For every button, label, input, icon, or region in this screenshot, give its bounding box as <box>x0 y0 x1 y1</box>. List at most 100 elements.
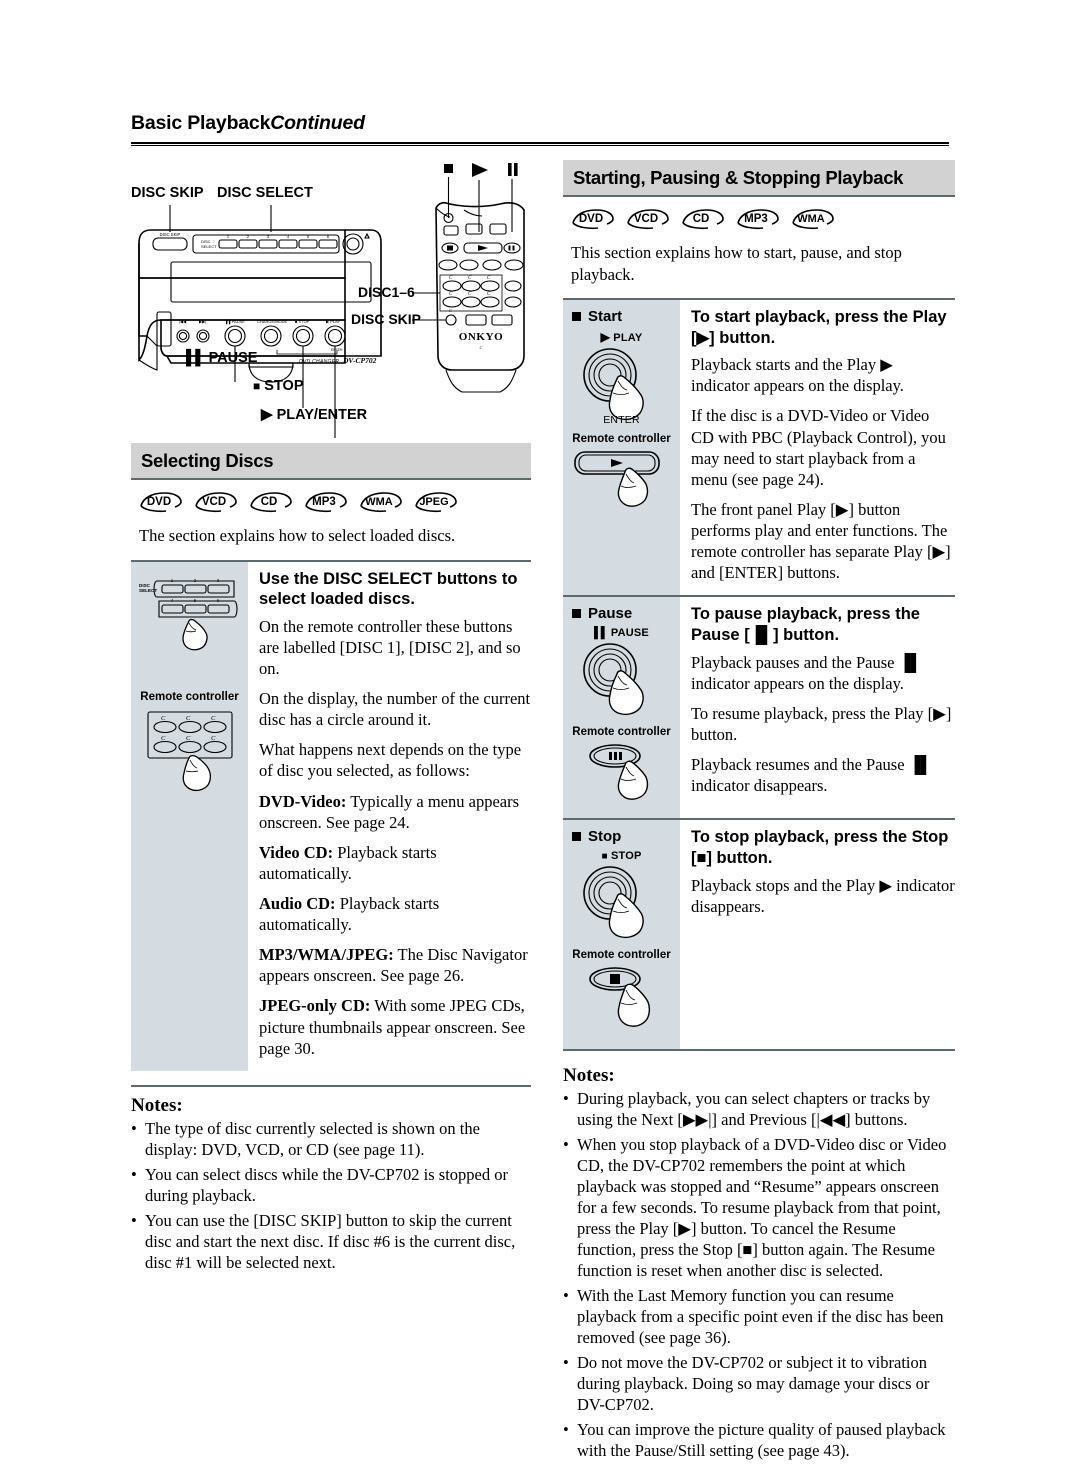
step-label-text: Start <box>588 308 623 325</box>
front-panel-stop-button-drawing <box>583 866 644 939</box>
procedure-figure-disc-select: DISC SELECT 1 2 3 4 5 6 Remote controlle… <box>131 561 248 1071</box>
playback-format-badges: DVD VCD CD MP3 WMA <box>571 208 955 230</box>
start-paragraph-3: The front panel Play [▶] button performs… <box>691 499 951 583</box>
procedure-row-start: Start ▶ PLAY ENTER Remote controller To … <box>563 300 955 598</box>
remote-disc-buttons-drawing: C C C C C C <box>147 711 233 791</box>
left-note-item: • You can select discs while the DV-CP70… <box>131 1165 531 1207</box>
format-badge-mp3: MP3 <box>736 208 782 230</box>
button-caption-stop: ■ STOP <box>601 850 642 863</box>
manual-page: Basic PlaybackContinued DISC SKIP DISC S… <box>0 0 1080 1477</box>
disc-type-dvd-video: DVD-Video: Typically a menu appears onsc… <box>259 791 531 833</box>
bullet-icon: • <box>131 1118 137 1138</box>
svg-text:ONKYO: ONKYO <box>459 331 504 343</box>
svg-text:▌▌PAUSE: ▌▌PAUSE <box>226 319 245 325</box>
running-head-rule <box>131 142 949 146</box>
svg-text:C: C <box>449 292 453 297</box>
format-badge-wma: WMA <box>791 208 837 230</box>
procedure-figure-stop: Stop ■ STOP Remote controller <box>563 820 680 1050</box>
left-column: Selecting Discs DVD VCD CD MP3 WMA JPEG … <box>131 443 531 1277</box>
starting-pausing-stopping-heading: Starting, Pausing & Stopping Playback <box>563 160 955 198</box>
figure-caption-remote-controller: Remote controller <box>572 433 671 445</box>
selecting-discs-intro: The section explains how to select loade… <box>139 526 456 546</box>
callout-disc1-6: DISC1–6 <box>358 284 415 300</box>
svg-text:MP3: MP3 <box>744 213 768 225</box>
bullet-icon: • <box>563 1135 569 1155</box>
square-bullet-icon <box>572 832 581 842</box>
disc-select-buttons-drawing: DISC SELECT 1 2 3 4 5 6 <box>139 578 238 650</box>
format-badge-vcd: VCD <box>626 208 672 230</box>
left-note-item: • The type of disc currently selected is… <box>131 1119 531 1161</box>
remote-drawing: C C C C C C C ONKYO C <box>412 163 525 393</box>
svg-text:▶▶|: ▶▶| <box>199 319 206 324</box>
svg-text:MP3: MP3 <box>312 496 336 508</box>
right-note-item: • With the Last Memory function you can … <box>563 1286 955 1349</box>
playback-intro: This section explains how to start, paus… <box>571 243 902 284</box>
running-head-main: Basic Playback <box>131 112 271 134</box>
disc-type-term: JPEG-only CD: <box>259 996 371 1016</box>
right-note-text: With the Last Memory function you can re… <box>577 1285 944 1347</box>
play-glyph <box>472 163 488 177</box>
right-note-item: • You can improve the picture quality of… <box>563 1420 955 1462</box>
procedure-figure-start: Start ▶ PLAY ENTER Remote controller <box>563 300 680 596</box>
svg-text:|◀◀: |◀◀ <box>179 319 187 324</box>
svg-text:WMA: WMA <box>797 213 825 225</box>
svg-text:C: C <box>211 715 216 722</box>
format-badge-wma: WMA <box>359 491 405 513</box>
right-note-text: You can improve the picture quality of p… <box>577 1419 946 1460</box>
svg-text:DVD: DVD <box>147 496 171 508</box>
svg-text:C: C <box>449 276 453 281</box>
left-notes-title: Notes: <box>131 1094 183 1116</box>
left-note-item: • You can use the [DISC SKIP] button to … <box>131 1211 531 1274</box>
right-notes-title: Notes: <box>563 1065 615 1087</box>
svg-text:C: C <box>487 292 491 297</box>
svg-text:DISC SKIP: DISC SKIP <box>160 232 181 237</box>
right-note-text: When you stop playback of a DVD-Video di… <box>577 1135 947 1280</box>
remote-pause-button-drawing <box>589 744 649 801</box>
procedure-row-disc-select: DISC SELECT 1 2 3 4 5 6 Remote controlle… <box>131 561 531 1071</box>
callout-play-enter: ▶ PLAY/ENTER <box>261 406 368 423</box>
format-badge-vcd: VCD <box>194 491 240 513</box>
disc-type-term: MP3/WMA/JPEG: <box>259 945 394 965</box>
front-panel-pause-button-drawing <box>583 643 644 716</box>
bullet-icon: • <box>563 1285 569 1305</box>
svg-text:C: C <box>161 715 166 722</box>
procedure-title-start: To start playback, press the Play [▶] bu… <box>691 308 947 347</box>
pause-paragraph-2: To resume playback, press the Play [▶] b… <box>691 703 952 744</box>
step-label-start: Start <box>563 308 680 325</box>
procedure-paragraph-3: What happens next depends on the type of… <box>259 740 522 781</box>
procedure-paragraph-2: On the display, the number of the curren… <box>259 689 531 730</box>
step-label-pause: Pause <box>563 605 680 622</box>
square-bullet-icon <box>572 312 581 321</box>
step-label-text: Pause <box>588 605 633 623</box>
step-label-text: Stop <box>588 828 622 846</box>
svg-text:CD: CD <box>693 213 710 225</box>
procedure-body-disc-select: Use the DISC SELECT buttons to select lo… <box>248 562 531 1071</box>
stop-paragraph-1: Playback stops and the Play ▶ indicator … <box>691 875 955 916</box>
left-note-text: The type of disc currently selected is s… <box>145 1118 480 1159</box>
svg-text:CD: CD <box>261 496 278 508</box>
procedure-title-disc-select: Use the DISC SELECT buttons to select lo… <box>259 569 518 609</box>
svg-text:VCD: VCD <box>634 213 658 225</box>
callout-disc-select: DISC SELECT <box>217 185 313 201</box>
right-note-text: Do not move the DV-CP702 or subject it t… <box>577 1352 930 1414</box>
format-badge-dvd: DVD <box>571 208 617 230</box>
procedure-paragraph-1: On the remote controller these buttons a… <box>259 616 521 679</box>
pause-paragraph-1: Playback pauses and the Pause ▐▌ indicat… <box>691 652 922 693</box>
button-caption-pause: ▌▌ PAUSE <box>594 627 649 640</box>
figure-caption-remote-controller: Remote controller <box>140 690 239 703</box>
disc-type-term: Audio CD: <box>259 894 336 914</box>
figure-caption-remote-controller: Remote controller <box>572 949 671 962</box>
disc-type-video-cd: Video CD: Playback starts automatically. <box>259 842 531 884</box>
disc-type-term: DVD-Video: <box>259 791 347 811</box>
left-notes-rule <box>131 1084 531 1087</box>
right-notes-block: Notes: • During playback, you can select… <box>563 1065 955 1461</box>
svg-text:CHARGE/MODE: CHARGE/MODE <box>257 319 288 324</box>
procedure-body-pause: To pause playback, press the Pause [▐▌] … <box>680 597 955 818</box>
selecting-discs-heading: Selecting Discs <box>131 443 531 481</box>
svg-text:C: C <box>161 735 166 742</box>
left-note-text: You can use the [DISC SKIP] button to sk… <box>145 1210 516 1272</box>
svg-text:DV-CP702: DV-CP702 <box>342 356 377 365</box>
svg-text:C: C <box>449 308 453 313</box>
pause-paragraph-3: Playback resumes and the Pause ▐▌ indica… <box>691 755 933 796</box>
right-note-item: • When you stop playback of a DVD-Video … <box>563 1135 955 1282</box>
